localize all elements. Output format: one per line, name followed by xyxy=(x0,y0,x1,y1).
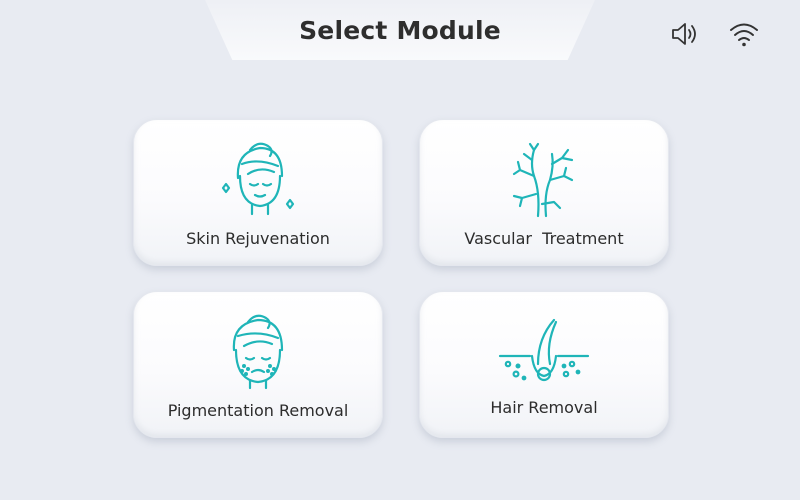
hair-follicle-icon xyxy=(494,308,594,398)
skin-rejuvenation-face-icon xyxy=(208,136,308,226)
module-card-vascular-treatment[interactable]: Vascular Treatment xyxy=(419,119,669,266)
module-card-pigmentation-removal[interactable]: Pigmentation Removal xyxy=(133,291,383,438)
module-label: Vascular Treatment xyxy=(464,229,624,248)
speaker-icon[interactable] xyxy=(667,18,701,50)
module-card-hair-removal[interactable]: Hair Removal xyxy=(419,291,669,438)
vascular-vessel-icon xyxy=(494,136,594,226)
pigmentation-face-icon xyxy=(208,308,308,398)
wifi-icon[interactable] xyxy=(727,18,761,50)
module-card-skin-rejuvenation[interactable]: Skin Rejuvenation xyxy=(133,119,383,266)
page-title: Select Module xyxy=(299,15,501,45)
module-label: Pigmentation Removal xyxy=(167,401,349,420)
module-label: Hair Removal xyxy=(490,398,598,417)
module-label: Skin Rejuvenation xyxy=(186,229,330,248)
